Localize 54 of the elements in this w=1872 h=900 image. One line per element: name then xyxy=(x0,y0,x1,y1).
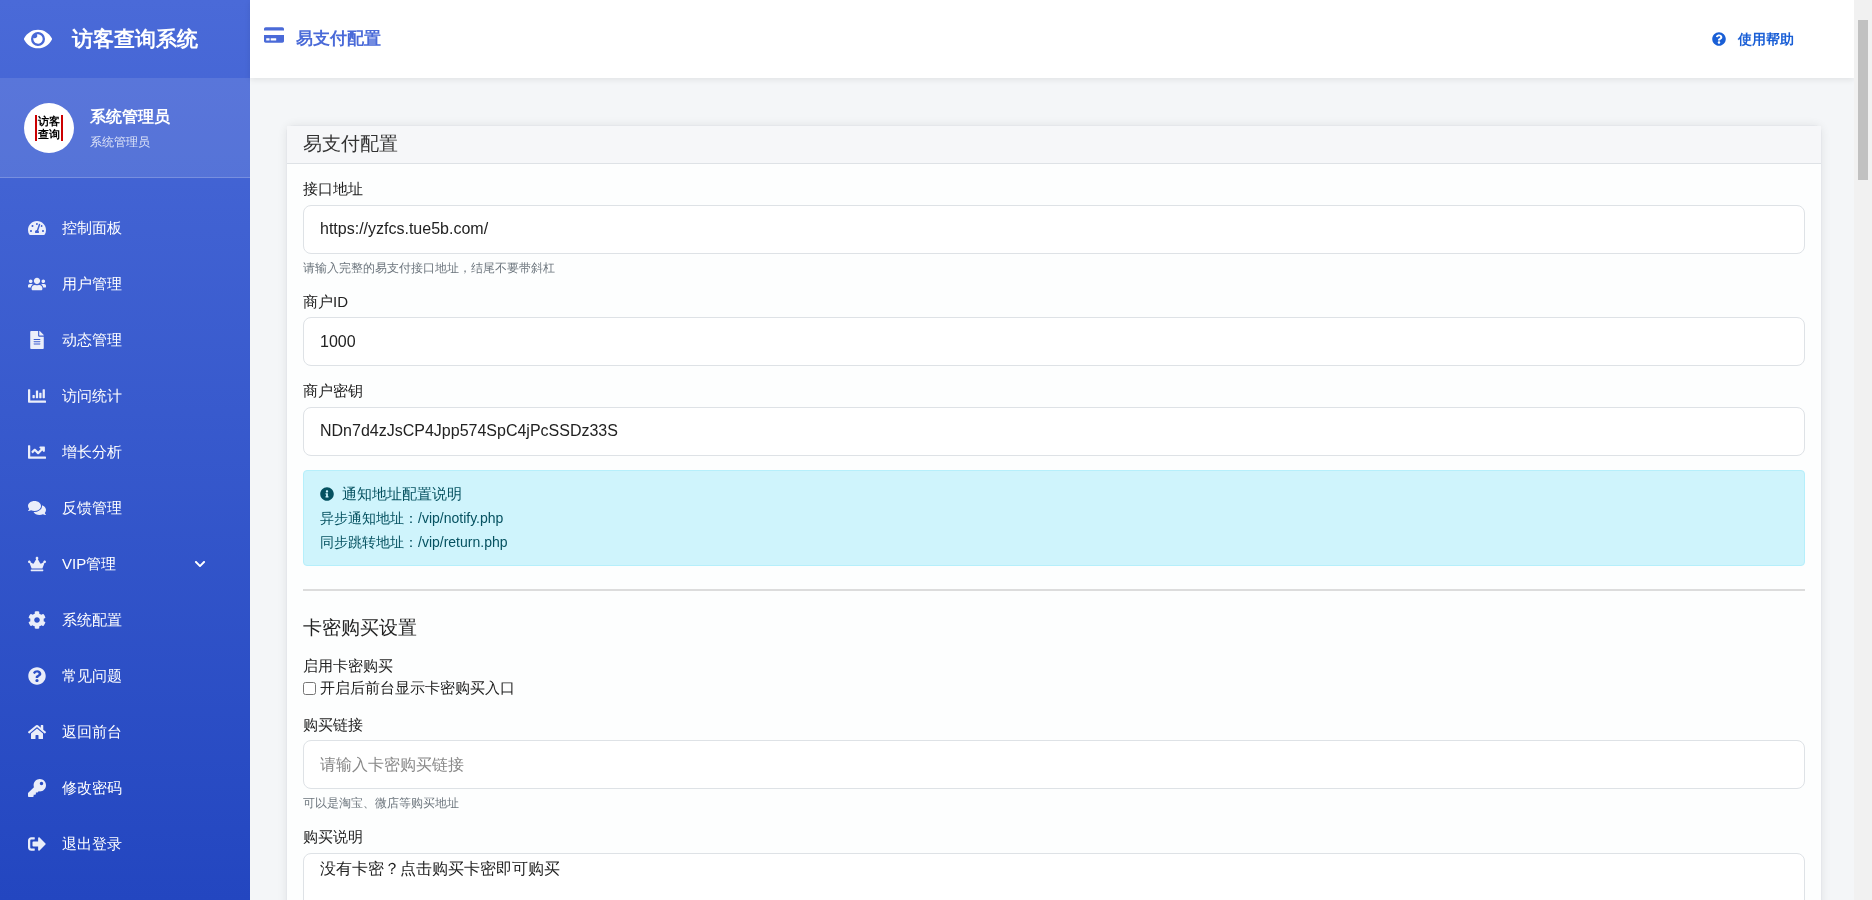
page-title: 易支付配置 xyxy=(296,28,382,51)
avatar-logo-text: 访客查询 xyxy=(35,114,63,141)
credit-card-icon xyxy=(264,25,284,45)
user-role: 系统管理员 xyxy=(90,133,151,151)
bar-chart-icon xyxy=(28,387,46,405)
document-icon xyxy=(28,331,46,349)
text-input[interactable]: https://yzfcs.tue5b.com/ xyxy=(303,204,1805,254)
home-icon xyxy=(28,723,46,741)
chat-icon xyxy=(28,499,46,517)
alert-title: 通知地址配置说明 xyxy=(342,483,462,504)
alert-line: 同步跳转地址：/vip/return.php xyxy=(320,533,509,552)
field-label: 购买链接 xyxy=(303,714,364,735)
gauge-icon xyxy=(28,219,46,237)
logout-icon xyxy=(28,835,46,853)
card-title: 易支付配置 xyxy=(303,132,398,157)
section-title: 卡密购买设置 xyxy=(303,616,418,640)
settings-icon xyxy=(28,611,46,629)
user-name: 系统管理员 xyxy=(90,106,170,127)
checkbox-option[interactable]: 开启后前台显示卡密购买入口 xyxy=(303,677,1805,700)
text-input[interactable]: NDn7d4zJsCP4Jpp574SpC4jPcSSDz33S xyxy=(303,406,1805,456)
text-input[interactable]: 1000 xyxy=(303,317,1805,366)
sidebar-item[interactable]: VIP管理 xyxy=(0,536,250,592)
sidebar-item[interactable]: 系统配置 xyxy=(0,592,250,648)
sidebar-item[interactable]: 访问统计 xyxy=(0,368,250,424)
field-hint: 请输入完整的易支付接口地址，结尾不要带斜杠 xyxy=(303,259,556,277)
scrollbar-thumb[interactable] xyxy=(1858,20,1868,180)
sidebar-item[interactable]: 动态管理 xyxy=(0,312,250,368)
checkbox[interactable] xyxy=(303,681,316,695)
field-label: 购买说明 xyxy=(303,827,364,847)
sidebar-item[interactable]: 反馈管理 xyxy=(0,480,250,536)
field-label: 启用卡密购买 xyxy=(303,655,394,676)
question-icon xyxy=(28,667,46,685)
field-label: 商户ID xyxy=(303,291,349,312)
users-icon xyxy=(28,275,46,293)
sidebar-item[interactable]: 返回前台 xyxy=(0,704,250,760)
key-icon xyxy=(28,779,46,797)
help-link[interactable]: 使用帮助 xyxy=(1712,28,1794,50)
field-label: 接口地址 xyxy=(303,179,364,199)
textarea[interactable]: 没有卡密？点击购买卡密即可购买 xyxy=(303,852,1805,900)
sidebar-item[interactable]: 修改密码 xyxy=(0,760,250,816)
alert-line: 异步通知地址：/vip/notify.php xyxy=(320,509,505,528)
help-icon xyxy=(1712,32,1726,46)
brand-title: 访客查询系统 xyxy=(72,26,198,53)
text-input[interactable]: 请输入卡密购买链接 xyxy=(303,740,1805,789)
field-label: 商户密钥 xyxy=(303,381,364,401)
field-hint: 可以是淘宝、微店等购买地址 xyxy=(303,795,460,812)
sidebar-item[interactable]: 退出登录 xyxy=(0,816,250,872)
info-icon xyxy=(320,486,334,501)
line-chart-icon xyxy=(28,443,46,461)
sidebar-item[interactable]: 常见问题 xyxy=(0,648,250,704)
sidebar-item[interactable]: 控制面板 xyxy=(0,200,250,256)
sidebar-item[interactable]: 增长分析 xyxy=(0,424,250,480)
crown-icon xyxy=(28,555,46,573)
sidebar-item[interactable]: 用户管理 xyxy=(0,256,250,312)
